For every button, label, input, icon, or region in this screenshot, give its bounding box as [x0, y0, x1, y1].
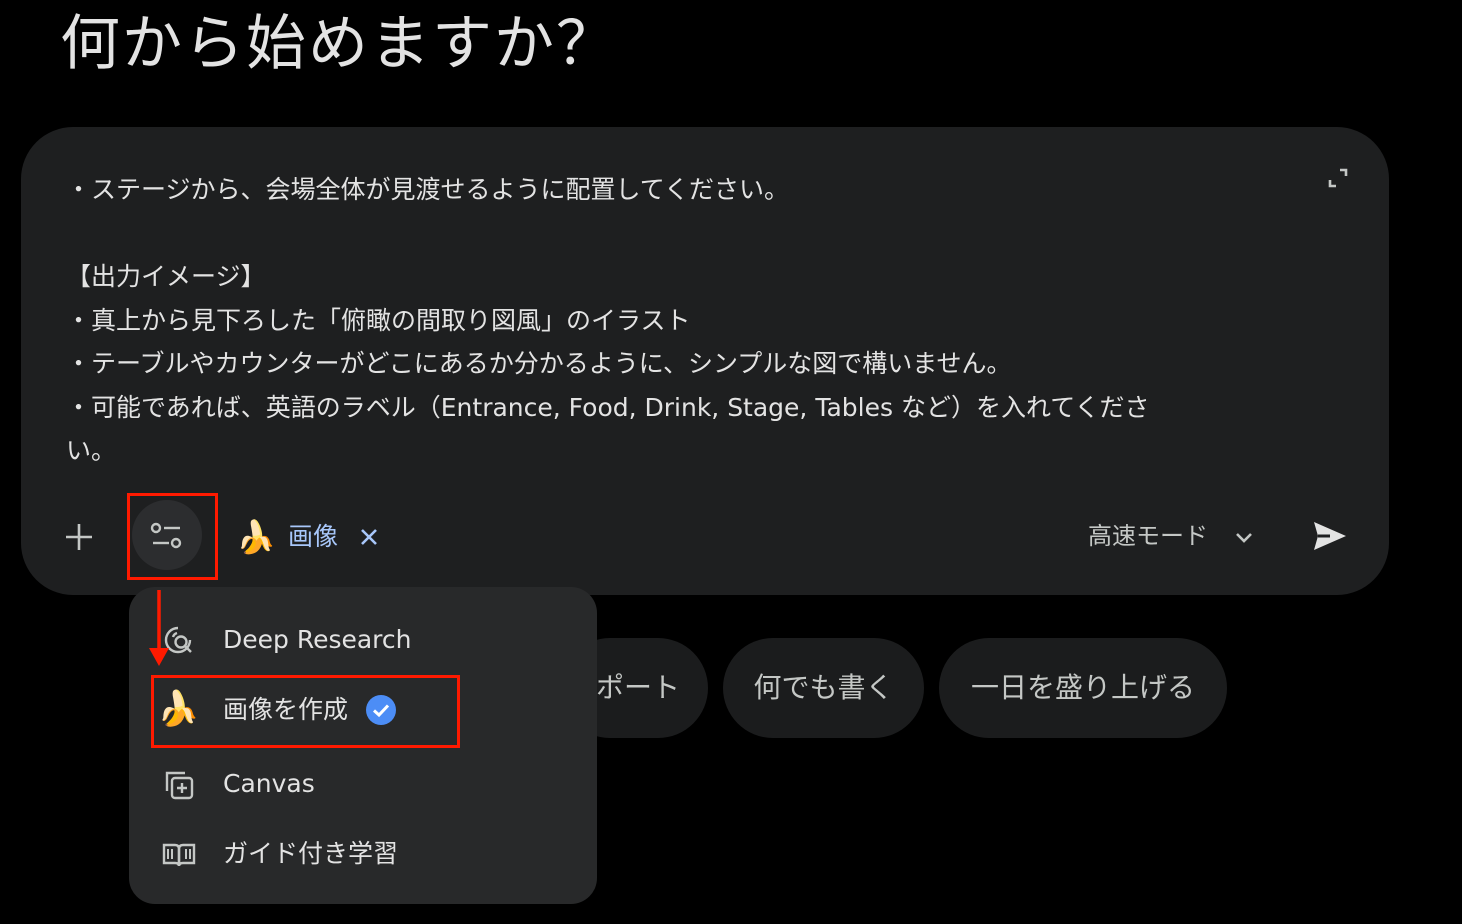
close-icon — [361, 529, 377, 545]
plus-icon — [66, 524, 92, 550]
create-image-highlight — [151, 675, 460, 748]
tools-button-highlight — [127, 493, 218, 580]
model-mode-selector[interactable]: 高速モード — [1088, 520, 1208, 552]
prompt-line: ・真上から見下ろした「俯瞰の間取り図風」のイラスト — [66, 305, 691, 335]
canvas-icon — [165, 771, 194, 800]
send-button[interactable] — [1308, 514, 1352, 558]
menu-item-canvas[interactable]: Canvas — [129, 755, 597, 813]
menu-item-label: ガイド付き学習 — [223, 839, 399, 868]
prompt-input[interactable]: ・ステージから、会場全体が見渡せるように配置してください。 ​ 【出力イメージ】・真… — [66, 168, 1286, 473]
book-icon — [162, 843, 196, 867]
prompt-line: ​ — [66, 212, 1286, 256]
active-tool-label[interactable]: 画像 — [288, 520, 338, 554]
suggestion-chip[interactable]: 一日を盛り上げる — [939, 638, 1227, 738]
prompt-line: ・テーブルやカウンターがどこにあるか分かるように、シンプルな図で構いません。 — [66, 349, 1012, 378]
prompt-line: ・ステージから、会場全体が見渡せるように配置してください。 — [66, 175, 790, 204]
menu-item-label: Deep Research — [223, 625, 412, 654]
prompt-line: い。 — [66, 436, 117, 465]
menu-item-deep-research[interactable]: Deep Research — [129, 611, 597, 669]
menu-item-label: Canvas — [223, 769, 315, 798]
suggestion-chip[interactable]: 何でも書く — [723, 638, 924, 738]
remove-tool-button[interactable] — [356, 524, 382, 550]
add-attachment-button[interactable] — [58, 516, 100, 558]
menu-item-guided-learning[interactable]: ガイド付き学習 — [129, 825, 597, 883]
chevron-down-icon[interactable] — [1232, 525, 1256, 549]
send-icon — [1314, 522, 1346, 550]
arrow-down-icon — [149, 590, 169, 666]
expand-icon[interactable] — [1324, 164, 1352, 192]
page-title: 何から始めますか？ — [60, 9, 618, 79]
prompt-line: ・可能であれば、英語のラベル（Entrance, Food, Drink, St… — [66, 392, 1150, 422]
banana-icon: 🍌 — [236, 518, 276, 556]
prompt-line: 【出力イメージ】 — [66, 262, 266, 291]
